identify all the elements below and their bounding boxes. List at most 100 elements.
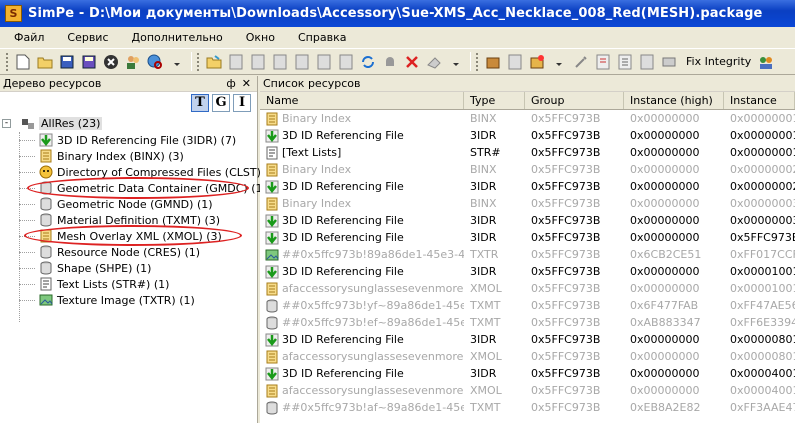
menu-extra[interactable]: Дополнительно (118, 31, 232, 44)
column-group[interactable]: Group (525, 92, 624, 109)
column-type[interactable]: Type (464, 92, 525, 109)
dropdown-arrow-3-icon[interactable] (550, 53, 568, 71)
cell-instance: 0xFF6E3394 (730, 316, 795, 329)
eraser-icon[interactable] (425, 53, 443, 71)
doc-gray-7-icon[interactable] (506, 53, 524, 71)
table-row[interactable]: 3D ID Referencing File 3IDR 0x5FFC973B 0x00… (260, 331, 795, 348)
doc-gray-4-icon[interactable] (293, 53, 311, 71)
tgi-instance-button[interactable]: I (233, 94, 251, 112)
cell-name-text: 3D ID Referencing File (282, 367, 404, 380)
package-star-icon[interactable] (528, 53, 546, 71)
table-row[interactable]: afaccessorysunglassesevenmorehip... XMOL 0… (260, 280, 795, 297)
cell-name-text: 3D ID Referencing File (282, 231, 404, 244)
toolbar-grip-3[interactable] (476, 52, 480, 71)
tgi-group-button[interactable]: G (212, 94, 230, 112)
column-instance[interactable]: Instance (724, 92, 795, 109)
save-as-icon[interactable] (80, 53, 98, 71)
table-row[interactable]: 3D ID Referencing File 3IDR 0x5FFC973B 0x00… (260, 127, 795, 144)
pin-icon[interactable]: ф (226, 77, 235, 90)
tree-item[interactable]: Binary Index (BINX) (3) (0, 148, 257, 164)
table-row[interactable]: [Text Lists] STR# 0x5FFC973B 0x00000000 0x00… (260, 144, 795, 161)
tree-item[interactable]: Geometric Data Container (GMDC) (1) (0, 180, 267, 196)
people-icon[interactable] (757, 53, 775, 71)
database-icon (39, 245, 53, 259)
cell-instance: 0x00000801 (730, 350, 795, 363)
cell-name-text: Binary Index (282, 197, 352, 210)
cell-name: 3D ID Referencing File (260, 331, 464, 348)
table-row[interactable]: afaccessorysunglassesevenmorehip... XMOL 0… (260, 382, 795, 399)
tgi-type-button[interactable]: T (191, 94, 209, 112)
close-icon[interactable]: ✕ (242, 77, 251, 90)
table-row[interactable]: ##0x5ffc973b!ef~89a86de1-45e3-4... TXMT 0x… (260, 314, 795, 331)
database-icon (39, 213, 53, 227)
doc-gray-1-icon[interactable] (227, 53, 245, 71)
open-folder-icon[interactable] (36, 53, 54, 71)
doc-gray-3-icon[interactable] (271, 53, 289, 71)
dropdown-arrow-icon[interactable] (168, 53, 186, 71)
column-name[interactable]: Name (260, 92, 464, 109)
collapse-icon[interactable]: - (2, 119, 11, 128)
column-instance-high[interactable]: Instance (high) (624, 92, 724, 109)
table-row[interactable]: 3D ID Referencing File 3IDR 0x5FFC973B 0x00… (260, 212, 795, 229)
doc-gray-5-icon[interactable] (315, 53, 333, 71)
cell-group: 0x5FFC973B (531, 163, 601, 176)
open-package-icon[interactable] (205, 53, 223, 71)
refresh-icon[interactable] (359, 53, 377, 71)
table-row[interactable]: ##0x5ffc973b!yf~89a86de1-45e3-4... TXMT 0x… (260, 297, 795, 314)
cell-instance: 0x5FFC973B (730, 231, 795, 244)
tree-item[interactable]: Resource Node (CRES) (1) (0, 244, 257, 260)
fix-integrity-button[interactable]: Fix Integrity (686, 55, 751, 68)
doc-list-icon[interactable] (616, 53, 634, 71)
table-row[interactable]: Binary Index BINX 0x5FFC973B 0x00000000 0x00… (260, 110, 795, 127)
package-icon[interactable] (484, 53, 502, 71)
doc-red-icon[interactable] (594, 53, 612, 71)
bell-icon[interactable] (381, 53, 399, 71)
gold-doc-icon (265, 350, 279, 364)
users-icon[interactable] (124, 53, 142, 71)
tools-icon[interactable] (572, 53, 590, 71)
dropdown-arrow-2-icon[interactable] (447, 53, 465, 71)
tree-item[interactable]: Geometric Node (GMND) (1) (0, 196, 257, 212)
cell-name-text: Binary Index (282, 112, 352, 125)
cell-group: 0x5FFC973B (531, 248, 601, 261)
table-row[interactable]: afaccessorysunglassesevenmorehip... XMOL 0… (260, 348, 795, 365)
table-row[interactable]: Binary Index BINX 0x5FFC973B 0x00000000 0x00… (260, 161, 795, 178)
table-row[interactable]: Binary Index BINX 0x5FFC973B 0x00000000 0x00… (260, 195, 795, 212)
table-row[interactable]: ##0x5ffc973b!89a86de1-45e3-4a1... TXTR 0x5… (260, 246, 795, 263)
table-row[interactable]: 3D ID Referencing File 3IDR 0x5FFC973B 0x00… (260, 229, 795, 246)
resource-list-pane: Список ресурсов Name Type Group Instance… (260, 76, 795, 423)
table-row[interactable]: ##0x5ffc973b!af~89a86de1-45e3-4... TXMT 0x… (260, 399, 795, 416)
globe-search-icon[interactable] (146, 53, 164, 71)
doc-gray-2-icon[interactable] (249, 53, 267, 71)
delete-x-icon[interactable] (403, 53, 421, 71)
table-row[interactable]: 3D ID Referencing File 3IDR 0x5FFC973B 0x00… (260, 178, 795, 195)
tree-root[interactable]: - AllRes (23) (0, 115, 257, 132)
new-file-icon[interactable] (14, 53, 32, 71)
tree-item[interactable]: Text Lists (STR#) (1) (0, 276, 257, 292)
toolbar-grip-2[interactable] (197, 52, 201, 71)
cell-name-text: afaccessorysunglassesevenmorehip... (282, 282, 464, 295)
menu-window[interactable]: Окно (232, 31, 284, 44)
tree-item[interactable]: 3D ID Referencing File (3IDR) (7) (0, 132, 257, 148)
doc-gray-6-icon[interactable] (337, 53, 355, 71)
scan-icon[interactable] (660, 53, 678, 71)
cell-instance-high: 0x6F477FAB (630, 299, 699, 312)
tree-item[interactable]: Directory of Compressed Files (CLST) (1) (0, 164, 280, 180)
menu-file[interactable]: Файл (0, 31, 53, 44)
tree-item[interactable]: Material Definition (TXMT) (3) (0, 212, 257, 228)
tree-item[interactable]: Texture Image (TXTR) (1) (0, 292, 257, 308)
tree-item[interactable]: Shape (SHPE) (1) (0, 260, 257, 276)
menu-help[interactable]: Справка (284, 31, 355, 44)
doc-gray-8-icon[interactable] (638, 53, 656, 71)
table-row[interactable]: 3D ID Referencing File 3IDR 0x5FFC973B 0x00… (260, 263, 795, 280)
cell-type: 3IDR (470, 265, 497, 278)
toolbar-grip[interactable] (6, 52, 10, 71)
menu-service[interactable]: Сервис (53, 31, 117, 44)
close-circle-icon[interactable] (102, 53, 120, 71)
cell-instance: 0x00000001 (730, 146, 795, 159)
cell-name: 3D ID Referencing File (260, 229, 464, 246)
save-icon[interactable] (58, 53, 76, 71)
tree-item[interactable]: Mesh Overlay XML (XMOL) (3) (0, 228, 257, 244)
table-row[interactable]: 3D ID Referencing File 3IDR 0x5FFC973B 0x00… (260, 365, 795, 382)
cell-group: 0x5FFC973B (531, 401, 601, 414)
